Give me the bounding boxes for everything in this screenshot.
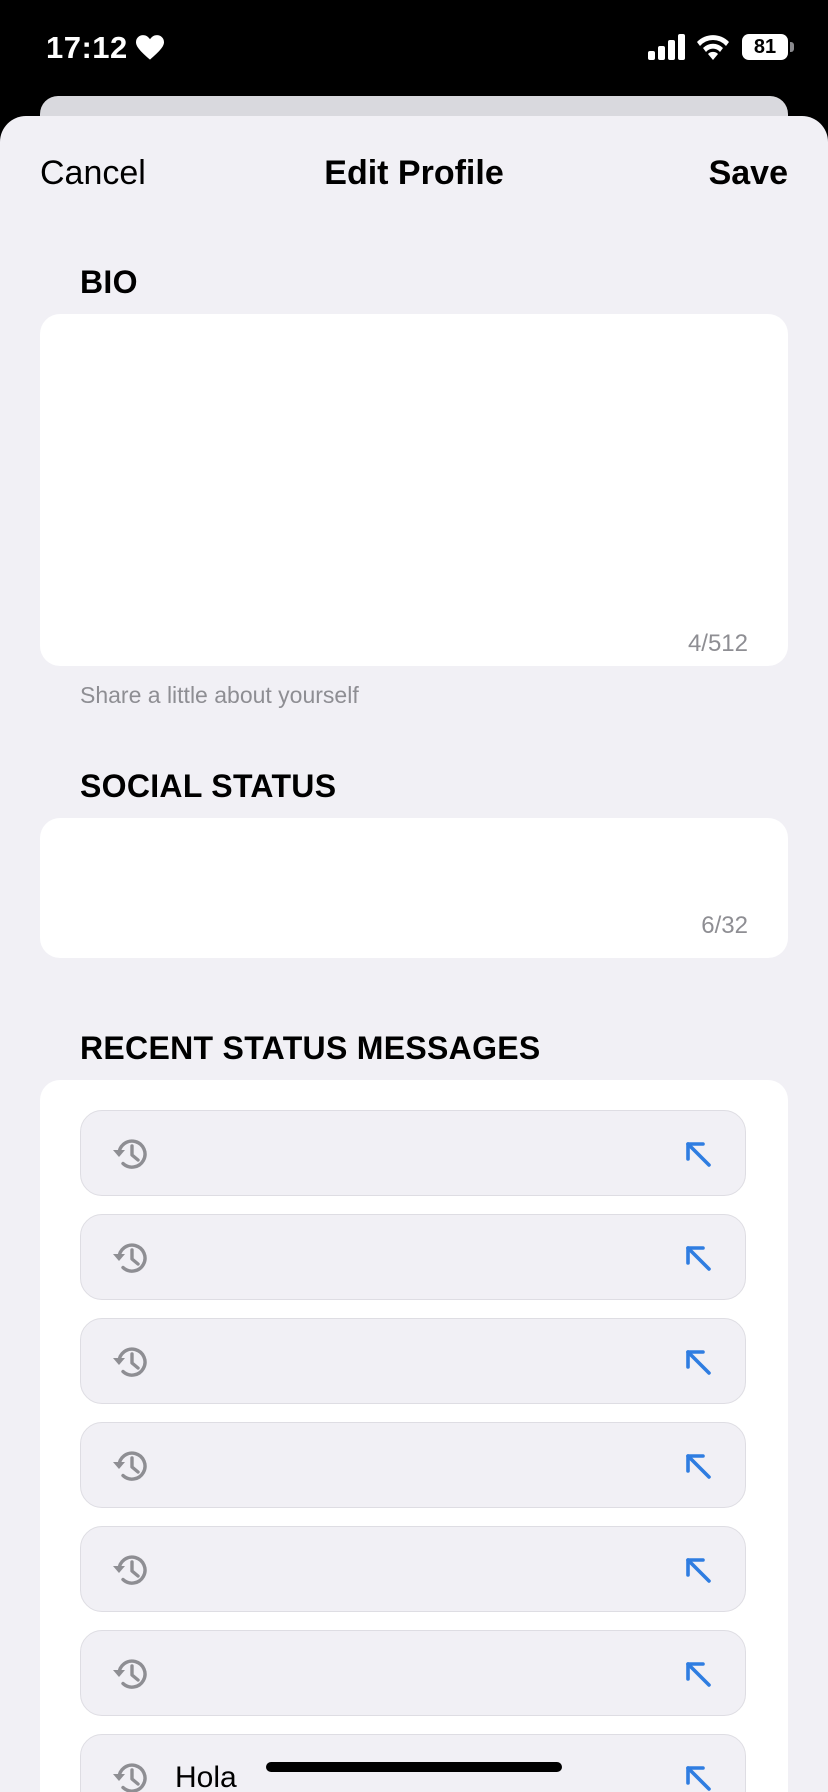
bio-header: BIO xyxy=(80,264,138,300)
arrow-up-left-icon[interactable] xyxy=(681,1449,715,1483)
bio-hint: Share a little about yourself xyxy=(80,682,359,708)
recent-status-list: Hola xyxy=(40,1080,788,1792)
recent-status-row[interactable] xyxy=(80,1318,746,1404)
recent-status-row[interactable] xyxy=(80,1110,746,1196)
history-icon xyxy=(113,1139,147,1169)
recent-status-header: RECENT STATUS MESSAGES xyxy=(80,1030,541,1066)
battery-level: 81 xyxy=(753,35,777,58)
arrow-up-left-icon[interactable] xyxy=(681,1761,715,1792)
signal-icon xyxy=(648,34,685,60)
bio-counter: 4/512 xyxy=(687,630,748,657)
history-icon xyxy=(113,1451,147,1481)
status-time: 17:12 xyxy=(46,30,164,66)
recent-status-row[interactable] xyxy=(80,1630,746,1716)
home-indicator xyxy=(266,1762,562,1772)
history-icon xyxy=(113,1555,147,1585)
recent-status-row[interactable] xyxy=(80,1214,746,1300)
arrow-up-left-icon[interactable] xyxy=(681,1657,715,1691)
wifi-icon xyxy=(697,35,729,60)
edit-profile-sheet: Cancel Edit Profile Save BIO 4/512 Share… xyxy=(0,116,828,1792)
arrow-up-left-icon[interactable] xyxy=(681,1137,715,1171)
status-indicators: 81 xyxy=(648,34,794,60)
save-button[interactable]: Save xyxy=(709,154,788,193)
battery-icon: 81 xyxy=(742,34,788,60)
history-icon xyxy=(113,1243,147,1273)
clock: 17:12 xyxy=(46,30,128,65)
arrow-up-left-icon[interactable] xyxy=(681,1241,715,1275)
social-status-field[interactable]: 6/32 xyxy=(40,818,788,958)
bio-field[interactable]: 4/512 xyxy=(40,314,788,666)
history-icon xyxy=(113,1763,147,1792)
arrow-up-left-icon[interactable] xyxy=(681,1553,715,1587)
battery-tip xyxy=(790,42,794,52)
recent-status-row[interactable] xyxy=(80,1422,746,1508)
history-icon xyxy=(113,1659,147,1689)
arrow-up-left-icon[interactable] xyxy=(681,1345,715,1379)
recent-status-row[interactable] xyxy=(80,1526,746,1612)
social-status-header: SOCIAL STATUS xyxy=(80,768,337,804)
status-bar: 17:12 81 xyxy=(0,0,828,96)
recent-status-text: Hola xyxy=(175,1761,237,1792)
history-icon xyxy=(113,1347,147,1377)
cancel-button[interactable]: Cancel xyxy=(40,154,146,193)
social-status-counter: 6/32 xyxy=(701,912,748,939)
heart-icon xyxy=(135,35,164,60)
